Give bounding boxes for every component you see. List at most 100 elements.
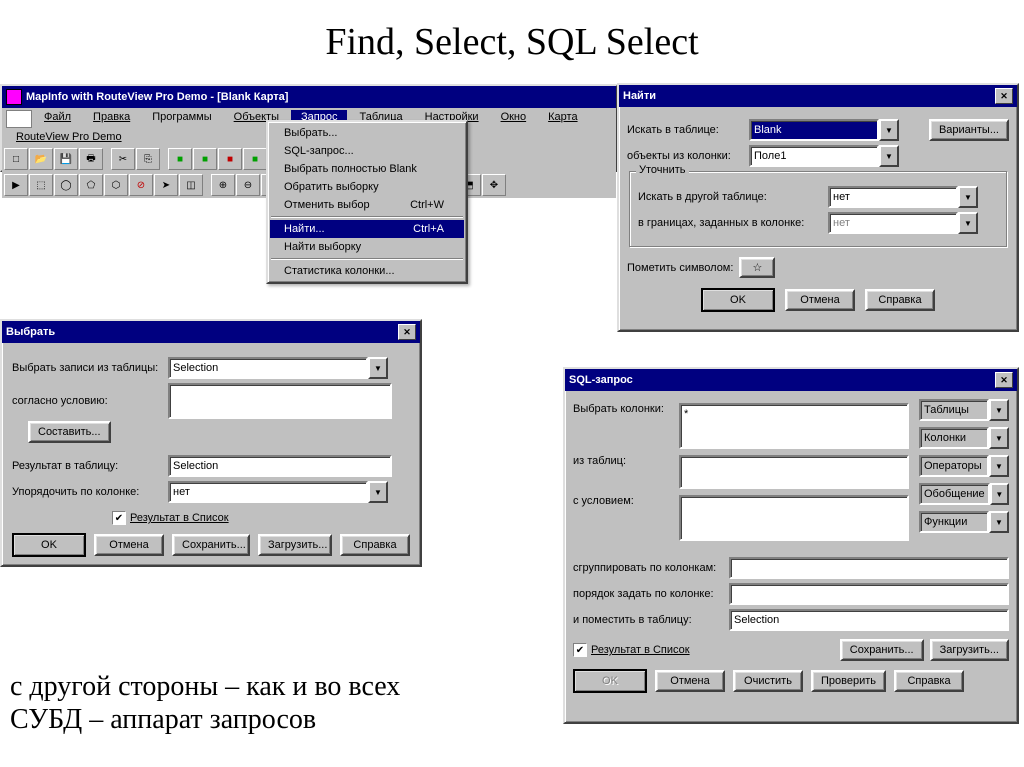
- tb-unselect[interactable]: ⊘: [129, 174, 153, 196]
- sel-condition-input[interactable]: [168, 383, 392, 419]
- chevron-down-icon[interactable]: ▼: [368, 481, 388, 503]
- menu-item-selectall[interactable]: Выбрать полностью Blank: [270, 160, 464, 178]
- tb-new[interactable]: □: [4, 148, 28, 170]
- sql-side-columns[interactable]: Колонки▼: [919, 427, 1009, 449]
- sel-from-table-dropdown[interactable]: Selection ▼: [168, 357, 388, 379]
- sel-result-list-check[interactable]: ✔ Результат в Список: [112, 511, 229, 525]
- cancel-button[interactable]: Отмена: [655, 670, 725, 692]
- chevron-down-icon[interactable]: ▼: [989, 455, 1009, 477]
- tb-boundary[interactable]: ⬡: [104, 174, 128, 196]
- menu-item-unselect[interactable]: Отменить выборCtrl+W: [270, 196, 464, 214]
- menu-item-colstats[interactable]: Статистика колонки...: [270, 262, 464, 280]
- tb-info[interactable]: ➤: [154, 174, 178, 196]
- menu-file[interactable]: Файл: [34, 110, 81, 128]
- find-other-table-dropdown[interactable]: нет ▼: [828, 186, 978, 208]
- cancel-button[interactable]: Отмена: [785, 289, 855, 311]
- variants-button[interactable]: Варианты...: [929, 119, 1009, 141]
- load-button[interactable]: Загрузить...: [930, 639, 1009, 661]
- tb-cut[interactable]: ✂: [111, 148, 135, 170]
- tb-zoomout[interactable]: ⊖: [236, 174, 260, 196]
- verify-button[interactable]: Проверить: [811, 670, 886, 692]
- tb-marquee[interactable]: ⬚: [29, 174, 53, 196]
- save-button[interactable]: Сохранить...: [840, 639, 924, 661]
- chevron-down-icon[interactable]: ▼: [989, 399, 1009, 421]
- tb-shape3[interactable]: ■: [218, 148, 242, 170]
- sql-where-label: с условием:: [573, 495, 673, 507]
- menu-item-select[interactable]: Выбрать...: [270, 124, 464, 142]
- find-objects-col-dropdown[interactable]: Поле1 ▼: [749, 145, 899, 167]
- close-icon[interactable]: ✕: [995, 88, 1013, 104]
- ok-button[interactable]: OK: [701, 288, 775, 312]
- query-menu-dropdown[interactable]: Выбрать... SQL-запрос... Выбрать полност…: [266, 120, 468, 284]
- tb-polygon[interactable]: ⬠: [79, 174, 103, 196]
- sql-fromtables-input[interactable]: [679, 455, 909, 489]
- menu-item-findsel[interactable]: Найти выборку: [270, 238, 464, 256]
- chevron-down-icon[interactable]: ▼: [368, 357, 388, 379]
- sql-result-list-check[interactable]: ✔ Результат в Список: [573, 643, 690, 657]
- find-search-table-dropdown[interactable]: Blank ▼: [749, 119, 899, 141]
- cancel-button[interactable]: Отмена: [94, 534, 164, 556]
- menu-edit[interactable]: Правка: [83, 110, 140, 128]
- close-icon[interactable]: ✕: [398, 324, 416, 340]
- compose-button[interactable]: Составить...: [28, 421, 111, 443]
- sql-side-agg[interactable]: Обобщение▼: [919, 483, 1009, 505]
- find-title: Найти: [623, 90, 991, 102]
- tb-pointer[interactable]: ▶: [4, 174, 28, 196]
- menu-programs[interactable]: Программы: [142, 110, 221, 128]
- load-button[interactable]: Загрузить...: [258, 534, 332, 556]
- doc-icon: [6, 110, 32, 128]
- chevron-down-icon[interactable]: ▼: [990, 483, 1009, 505]
- sql-side-tables[interactable]: Таблицы▼: [919, 399, 1009, 421]
- help-button[interactable]: Справка: [865, 289, 935, 311]
- sql-selcols-label: Выбрать колонки:: [573, 403, 673, 415]
- tb-print[interactable]: 🖶: [79, 148, 103, 170]
- clear-button[interactable]: Очистить: [733, 670, 803, 692]
- sql-groupby-label: сгруппировать по колонкам:: [573, 562, 723, 574]
- tb-move[interactable]: ✥: [482, 174, 506, 196]
- sql-where-input[interactable]: [679, 495, 909, 541]
- tb-shape2[interactable]: ■: [193, 148, 217, 170]
- sql-side-functions[interactable]: Функции▼: [919, 511, 1009, 533]
- chevron-down-icon[interactable]: ▼: [879, 145, 899, 167]
- chevron-down-icon[interactable]: ▼: [989, 427, 1009, 449]
- save-button[interactable]: Сохранить...: [172, 534, 250, 556]
- sql-side-operators[interactable]: Операторы▼: [919, 455, 1009, 477]
- tb-copy[interactable]: ⎘: [136, 148, 160, 170]
- sql-selcols-input[interactable]: *: [679, 403, 909, 449]
- tb-shape4[interactable]: ■: [243, 148, 267, 170]
- sel-result-table-input[interactable]: Selection: [168, 455, 392, 477]
- chevron-down-icon[interactable]: ▼: [989, 511, 1009, 533]
- menu-item-invert[interactable]: Обратить выборку: [270, 178, 464, 196]
- sql-orderby-input[interactable]: [729, 583, 1009, 605]
- menu-item-sqlselect[interactable]: SQL-запрос...: [270, 142, 464, 160]
- help-button[interactable]: Справка: [894, 670, 964, 692]
- tb-open[interactable]: 📂: [29, 148, 53, 170]
- ok-button[interactable]: OK: [573, 669, 647, 693]
- chevron-down-icon[interactable]: ▼: [958, 212, 978, 234]
- tb-save[interactable]: 💾: [54, 148, 78, 170]
- sel-from-table-label: Выбрать записи из таблицы:: [12, 362, 162, 374]
- sql-into-label: и поместить в таблицу:: [573, 614, 723, 626]
- help-button[interactable]: Справка: [340, 534, 410, 556]
- sql-groupby-input[interactable]: [729, 557, 1009, 579]
- find-symbol-button[interactable]: ☆: [739, 257, 775, 278]
- menu-window[interactable]: Окно: [491, 110, 537, 128]
- tb-shape1[interactable]: ■: [168, 148, 192, 170]
- menu-routeview[interactable]: RouteView Pro Demo: [6, 130, 132, 144]
- sel-order-col-dropdown[interactable]: нет ▼: [168, 481, 388, 503]
- tb-graph[interactable]: ◫: [179, 174, 203, 196]
- chevron-down-icon[interactable]: ▼: [958, 186, 978, 208]
- find-dialog: Найти ✕ Искать в таблице: Blank ▼ Вариан…: [617, 83, 1019, 332]
- tb-radius[interactable]: ◯: [54, 174, 78, 196]
- tb-zoomin[interactable]: ⊕: [211, 174, 235, 196]
- menu-item-find[interactable]: Найти...Ctrl+A: [270, 220, 464, 238]
- chevron-down-icon[interactable]: ▼: [879, 119, 899, 141]
- find-mark-label: Пометить символом:: [627, 262, 733, 274]
- find-bounds-dropdown[interactable]: нет ▼: [828, 212, 978, 234]
- find-objects-col-value: Поле1: [749, 145, 879, 167]
- ok-button[interactable]: OK: [12, 533, 86, 557]
- close-icon[interactable]: ✕: [995, 372, 1013, 388]
- menu-map[interactable]: Карта: [538, 110, 587, 128]
- sel-result-table-label: Результат в таблицу:: [12, 460, 162, 472]
- sql-into-input[interactable]: Selection: [729, 609, 1009, 631]
